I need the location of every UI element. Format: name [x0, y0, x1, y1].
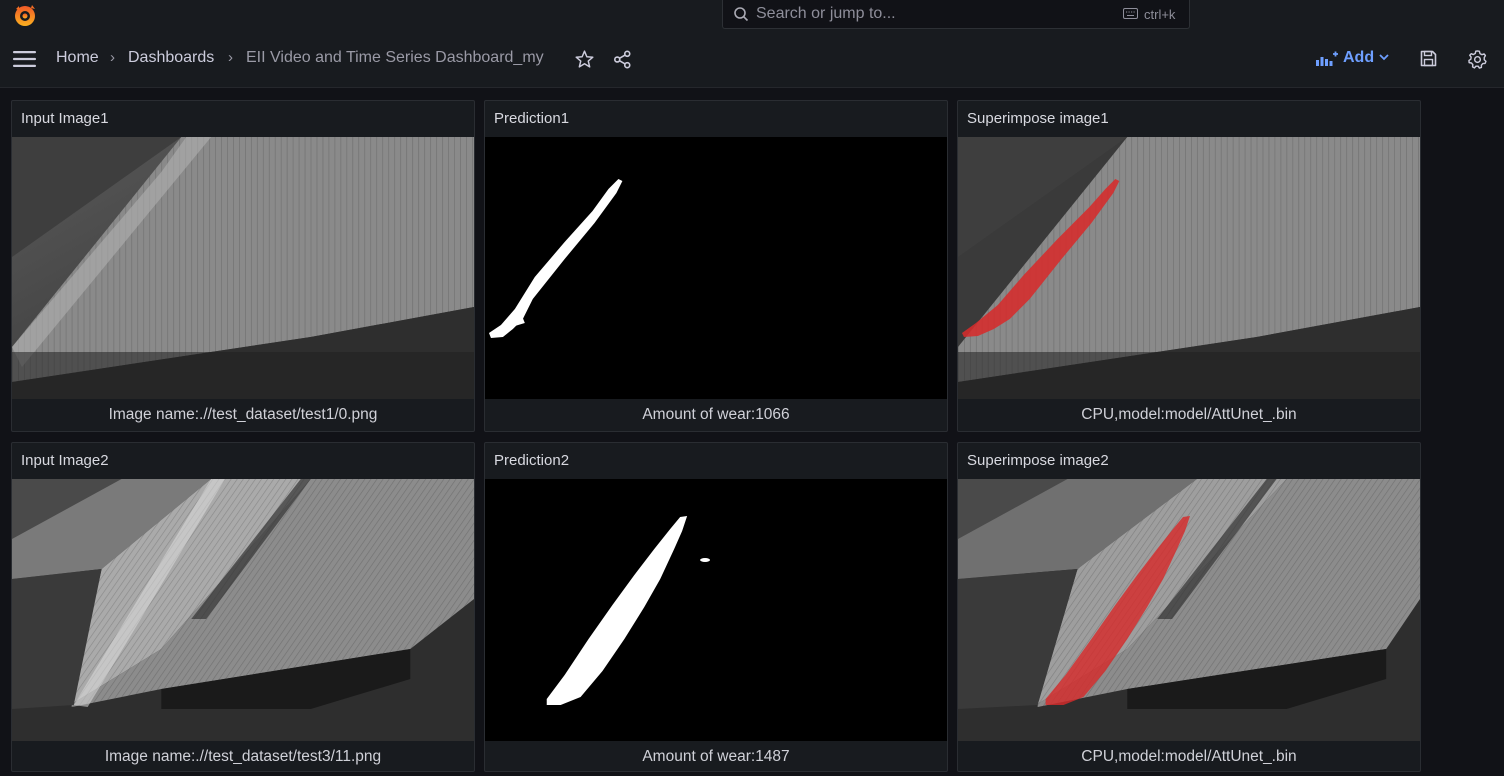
panel-caption: Image name:.//test_dataset/test3/11.png	[104, 748, 382, 765]
gear-icon[interactable]	[1468, 50, 1487, 69]
panel-input-image-2[interactable]: Input Image2 Image name:.//test_dataset/…	[11, 442, 475, 772]
breadcrumb-current-dashboard: EII Video and Time Series Dashboard_my	[246, 49, 544, 66]
superimpose-image	[958, 137, 1420, 399]
share-icon[interactable]	[613, 50, 632, 69]
panel-caption: Amount of wear:1487	[642, 748, 790, 765]
keyboard-icon	[1123, 8, 1138, 19]
grafana-logo-icon[interactable]	[12, 2, 38, 28]
prediction-mask-image	[485, 137, 947, 399]
breadcrumb-home[interactable]: Home	[56, 49, 99, 67]
panel-caption: Image name:.//test_dataset/test1/0.png	[108, 406, 378, 423]
panel-title: Prediction1	[494, 110, 570, 127]
hamburger-menu-icon[interactable]	[13, 51, 36, 67]
dashboard-nav-bar: Home › Dashboards › EII Video and Time S…	[0, 30, 1504, 88]
panel-title: Prediction2	[494, 452, 570, 469]
save-icon[interactable]	[1420, 50, 1437, 67]
panel-input-image-1[interactable]: Input Image1 Image name:.//test_dataset/…	[11, 100, 475, 432]
prediction-mask-image	[485, 479, 947, 741]
search-icon	[734, 7, 749, 22]
chevron-down-icon	[1379, 54, 1389, 61]
search-shortcut: ctrl+k	[1144, 7, 1176, 22]
panel-caption: CPU,model:model/AttUnet_.bin	[1081, 748, 1297, 765]
breadcrumb-dashboards[interactable]: Dashboards	[128, 49, 214, 67]
panel-superimpose-image-2[interactable]: Superimpose image2 CPU,model:model/AttUn…	[957, 442, 1421, 772]
search-placeholder: Search or jump to...	[756, 5, 896, 22]
panel-title: Input Image1	[21, 110, 109, 127]
add-button-label: Add	[1343, 49, 1375, 66]
input-image	[12, 479, 474, 741]
panel-title: Superimpose image1	[967, 110, 1109, 127]
add-panel-icon	[1316, 51, 1338, 66]
panel-prediction-1[interactable]: Prediction1 Amount of wear:1066	[484, 100, 948, 432]
top-bar: Search or jump to... ctrl+k	[0, 0, 1504, 30]
panel-caption: Amount of wear:1066	[642, 406, 790, 423]
panel-title: Input Image2	[21, 452, 109, 469]
breadcrumb-separator: ›	[110, 49, 115, 66]
superimpose-image	[958, 479, 1420, 741]
panel-prediction-2[interactable]: Prediction2 Amount of wear:1487	[484, 442, 948, 772]
panel-caption: CPU,model:model/AttUnet_.bin	[1081, 406, 1297, 423]
search-bar[interactable]: Search or jump to... ctrl+k	[722, 0, 1190, 29]
input-image	[12, 137, 474, 399]
breadcrumb-separator: ›	[228, 49, 233, 66]
star-icon[interactable]	[575, 50, 594, 68]
panel-title: Superimpose image2	[967, 452, 1109, 469]
panel-superimpose-image-1[interactable]: Superimpose image1 CPU,model:model/AttUn…	[957, 100, 1421, 432]
